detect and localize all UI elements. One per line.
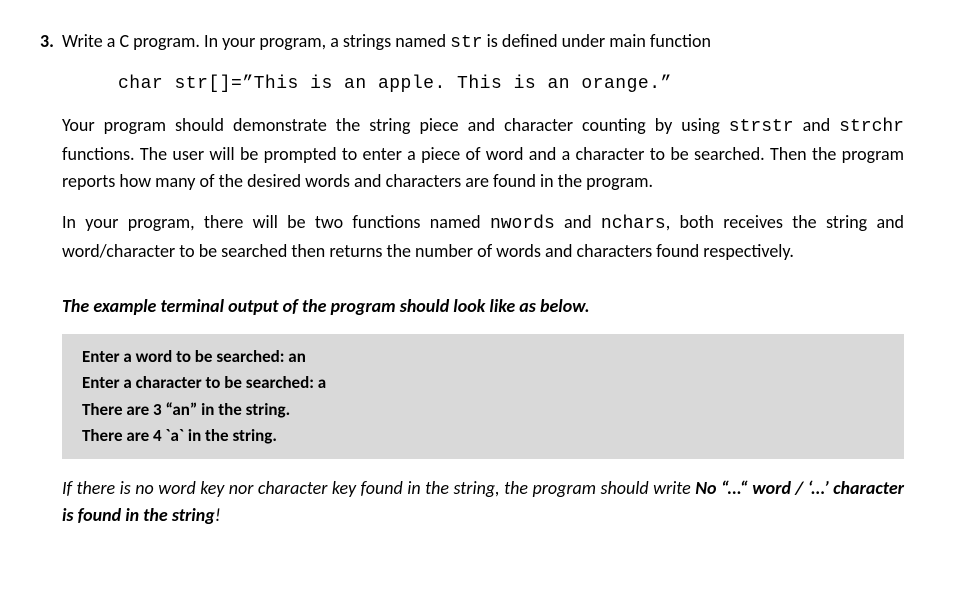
footer-text-3: ! <box>215 504 221 526</box>
paragraph-description-1: Your program should demonstrate the stri… <box>62 112 904 195</box>
code-declaration: char str[]=”This is an apple. This is an… <box>118 71 904 98</box>
para2-text-3: functions. The user will be prompted to … <box>62 143 904 192</box>
footer-note: If there is no word key nor character ke… <box>62 475 904 529</box>
code-strstr: strstr <box>729 117 794 137</box>
intro-text-1: Write a C program. In your program, a st… <box>62 30 450 52</box>
terminal-line-4: There are 4 `a` in the string. <box>82 423 884 449</box>
terminal-line-2: Enter a character to be searched: a <box>82 370 884 396</box>
code-nwords: nwords <box>490 214 555 234</box>
code-str: str <box>450 33 482 53</box>
para3-text-2: and <box>555 211 601 233</box>
intro-text-2: is defined under main function <box>483 30 711 52</box>
paragraph-description-2: In your program, there will be two funct… <box>62 209 904 265</box>
para2-text-1: Your program should demonstrate the stri… <box>62 114 729 136</box>
code-prefix: char str[]= <box>118 74 242 94</box>
question-row: 3. Write a C program. In your program, a… <box>40 28 904 57</box>
para3-text-1: In your program, there will be two funct… <box>62 211 490 233</box>
code-nchars: nchars <box>601 214 666 234</box>
footer-text-1: If there is no word key nor character ke… <box>62 477 695 499</box>
terminal-line-3: There are 3 “an” in the string. <box>82 397 884 423</box>
code-value: ”This is an apple. This is an orange.” <box>242 74 671 94</box>
terminal-output-box: Enter a word to be searched: an Enter a … <box>62 334 904 459</box>
code-strchr: strchr <box>839 117 904 137</box>
para2-text-2: and <box>794 114 840 136</box>
example-heading: The example terminal output of the progr… <box>62 293 904 320</box>
question-number: 3. <box>40 28 62 57</box>
terminal-line-1: Enter a word to be searched: an <box>82 344 884 370</box>
question-intro: Write a C program. In your program, a st… <box>62 28 904 57</box>
